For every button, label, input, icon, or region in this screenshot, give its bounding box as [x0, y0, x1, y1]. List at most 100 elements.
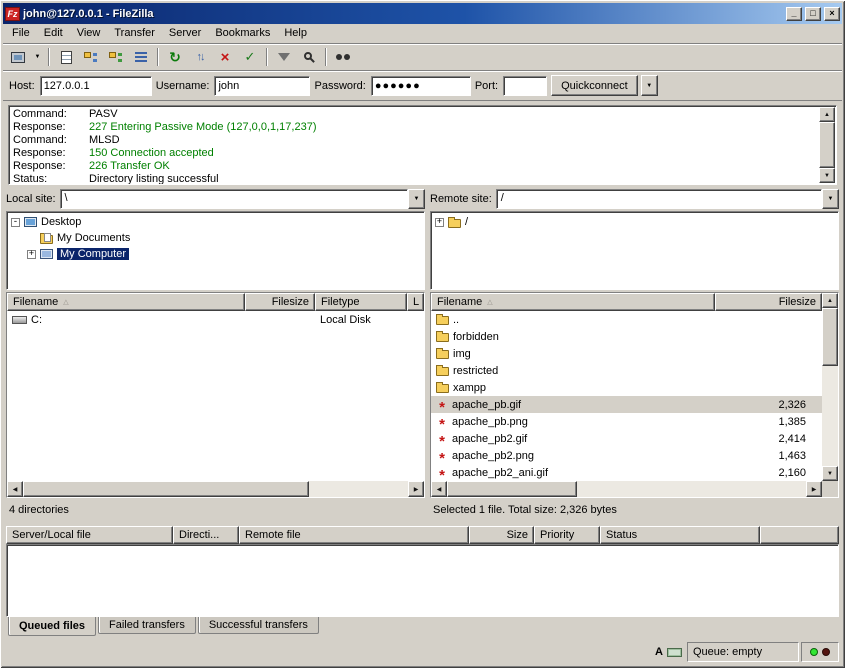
drive-icon: [12, 316, 27, 324]
menu-file[interactable]: File: [5, 25, 37, 42]
column-header-status[interactable]: Status: [600, 526, 760, 544]
tree-item-desktop[interactable]: - Desktop: [7, 214, 424, 230]
toggle-message-log-button[interactable]: [54, 46, 78, 68]
toggle-queue-button[interactable]: [129, 46, 153, 68]
menu-help[interactable]: Help: [277, 25, 314, 42]
toggle-remote-tree-button[interactable]: [104, 46, 128, 68]
column-header-size[interactable]: Size: [469, 526, 534, 544]
collapse-icon[interactable]: -: [11, 218, 20, 227]
search-button[interactable]: [297, 46, 321, 68]
remote-file-row[interactable]: img: [431, 345, 822, 362]
local-site-value[interactable]: \: [60, 189, 408, 209]
remote-file-row[interactable]: *apache_pb.png 1,385: [431, 413, 822, 430]
menu-transfer[interactable]: Transfer: [107, 25, 162, 42]
tree-label: Desktop: [41, 216, 81, 228]
username-input[interactable]: [214, 76, 310, 96]
column-header-priority[interactable]: Priority: [534, 526, 600, 544]
close-button[interactable]: ×: [824, 7, 840, 21]
file-name-cell: *apache_pb2_ani.gif: [431, 464, 715, 481]
scrollbar-thumb[interactable]: [23, 481, 309, 497]
menu-edit[interactable]: Edit: [37, 25, 70, 42]
site-manager-dropdown-button[interactable]: ▼: [31, 46, 44, 68]
disconnect-button[interactable]: ✓: [238, 46, 262, 68]
filezilla-window: Fz john@127.0.0.1 - FileZilla _ □ × File…: [0, 0, 845, 668]
expand-icon[interactable]: +: [27, 250, 36, 259]
log-type: Status:: [13, 173, 89, 185]
scroll-up-icon[interactable]: ▲: [822, 293, 838, 308]
port-input[interactable]: [503, 76, 547, 96]
title-bar[interactable]: Fz john@127.0.0.1 - FileZilla _ □ ×: [3, 3, 842, 24]
quickconnect-button[interactable]: Quickconnect: [551, 75, 638, 96]
scrollbar-thumb[interactable]: [819, 122, 835, 168]
local-list-hscrollbar[interactable]: ◀ ▶: [7, 481, 424, 497]
scroll-right-icon[interactable]: ▶: [408, 481, 424, 497]
scroll-left-icon[interactable]: ◀: [7, 481, 23, 497]
queue-body[interactable]: [6, 544, 839, 617]
column-header-filename[interactable]: Filename△: [7, 293, 245, 311]
remote-file-row[interactable]: ..: [431, 311, 822, 328]
remote-file-row[interactable]: restricted: [431, 362, 822, 379]
remote-site-value[interactable]: /: [496, 189, 822, 209]
binoculars-icon: [336, 54, 342, 60]
cancel-button[interactable]: ×: [213, 46, 237, 68]
scrollbar-track[interactable]: [822, 366, 838, 466]
remote-file-row-selected[interactable]: *apache_pb.gif 2,326: [431, 396, 822, 413]
remote-site-combobox[interactable]: / ▼: [496, 189, 839, 209]
minimize-button[interactable]: _: [786, 7, 802, 21]
refresh-button[interactable]: ↻: [163, 46, 187, 68]
process-queue-button[interactable]: ↑↓: [188, 46, 212, 68]
column-header-server-local-file[interactable]: Server/Local file: [6, 526, 173, 544]
find-files-button[interactable]: [331, 46, 355, 68]
menu-view[interactable]: View: [70, 25, 108, 42]
message-log: Command:PASV Response:227 Entering Passi…: [8, 105, 837, 185]
column-header-lastmodified[interactable]: L: [407, 293, 424, 311]
local-site-combobox[interactable]: \ ▼: [60, 189, 425, 209]
scroll-down-icon[interactable]: ▼: [819, 168, 835, 183]
column-header-filesize[interactable]: Filesize: [715, 293, 822, 311]
column-header-filename[interactable]: Filename△: [431, 293, 715, 311]
remote-file-row[interactable]: *apache_pb2.gif 2,414: [431, 430, 822, 447]
column-header-filetype[interactable]: Filetype: [315, 293, 407, 311]
scroll-right-icon[interactable]: ▶: [806, 481, 822, 497]
scrollbar-track[interactable]: [577, 481, 806, 497]
column-header-filesize[interactable]: Filesize: [245, 293, 315, 311]
log-scrollbar[interactable]: ▲ ▼: [819, 107, 835, 183]
tree-item-root[interactable]: + /: [431, 214, 838, 230]
file-name: apache_pb2.png: [452, 450, 534, 462]
scroll-up-icon[interactable]: ▲: [819, 107, 835, 122]
file-size-cell: 2,326: [715, 396, 822, 413]
chevron-down-icon[interactable]: ▼: [822, 189, 839, 209]
tree-item-my-documents[interactable]: My Documents: [7, 230, 424, 246]
toggle-local-tree-button[interactable]: [79, 46, 103, 68]
remote-file-row[interactable]: xampp: [431, 379, 822, 396]
local-file-row[interactable]: C: Local Disk: [7, 311, 424, 328]
remote-file-row[interactable]: *apache_pb2_ani.gif 2,160: [431, 464, 822, 481]
tab-failed-transfers[interactable]: Failed transfers: [98, 617, 196, 634]
scroll-down-icon[interactable]: ▼: [822, 466, 838, 481]
column-header-remote-file[interactable]: Remote file: [239, 526, 469, 544]
menu-server[interactable]: Server: [162, 25, 208, 42]
remote-file-row[interactable]: forbidden: [431, 328, 822, 345]
filter-button[interactable]: [272, 46, 296, 68]
scrollbar-track[interactable]: [309, 481, 408, 497]
remote-list-vscrollbar[interactable]: ▲ ▼: [822, 293, 838, 481]
remote-list-hscrollbar[interactable]: ◀ ▶: [431, 481, 822, 497]
scrollbar-thumb[interactable]: [822, 308, 838, 366]
tab-queued-files[interactable]: Queued files: [8, 617, 96, 636]
scroll-left-icon[interactable]: ◀: [431, 481, 447, 497]
expand-icon[interactable]: +: [435, 218, 444, 227]
scrollbar-thumb[interactable]: [447, 481, 577, 497]
remote-file-row[interactable]: *apache_pb2.png 1,463: [431, 447, 822, 464]
tree-item-my-computer[interactable]: + My Computer: [7, 246, 424, 262]
status-bar: A Queue: empty: [6, 640, 839, 664]
maximize-button[interactable]: □: [805, 7, 821, 21]
menu-bookmarks[interactable]: Bookmarks: [208, 25, 277, 42]
column-header-direction[interactable]: Directi...: [173, 526, 239, 544]
quickconnect-dropdown-button[interactable]: ▼: [641, 75, 658, 96]
password-input[interactable]: [371, 76, 471, 96]
host-input[interactable]: [40, 76, 152, 96]
tab-successful-transfers[interactable]: Successful transfers: [198, 617, 319, 634]
site-manager-button[interactable]: [6, 46, 30, 68]
chevron-down-icon[interactable]: ▼: [408, 189, 425, 209]
folder-icon: [436, 350, 449, 359]
